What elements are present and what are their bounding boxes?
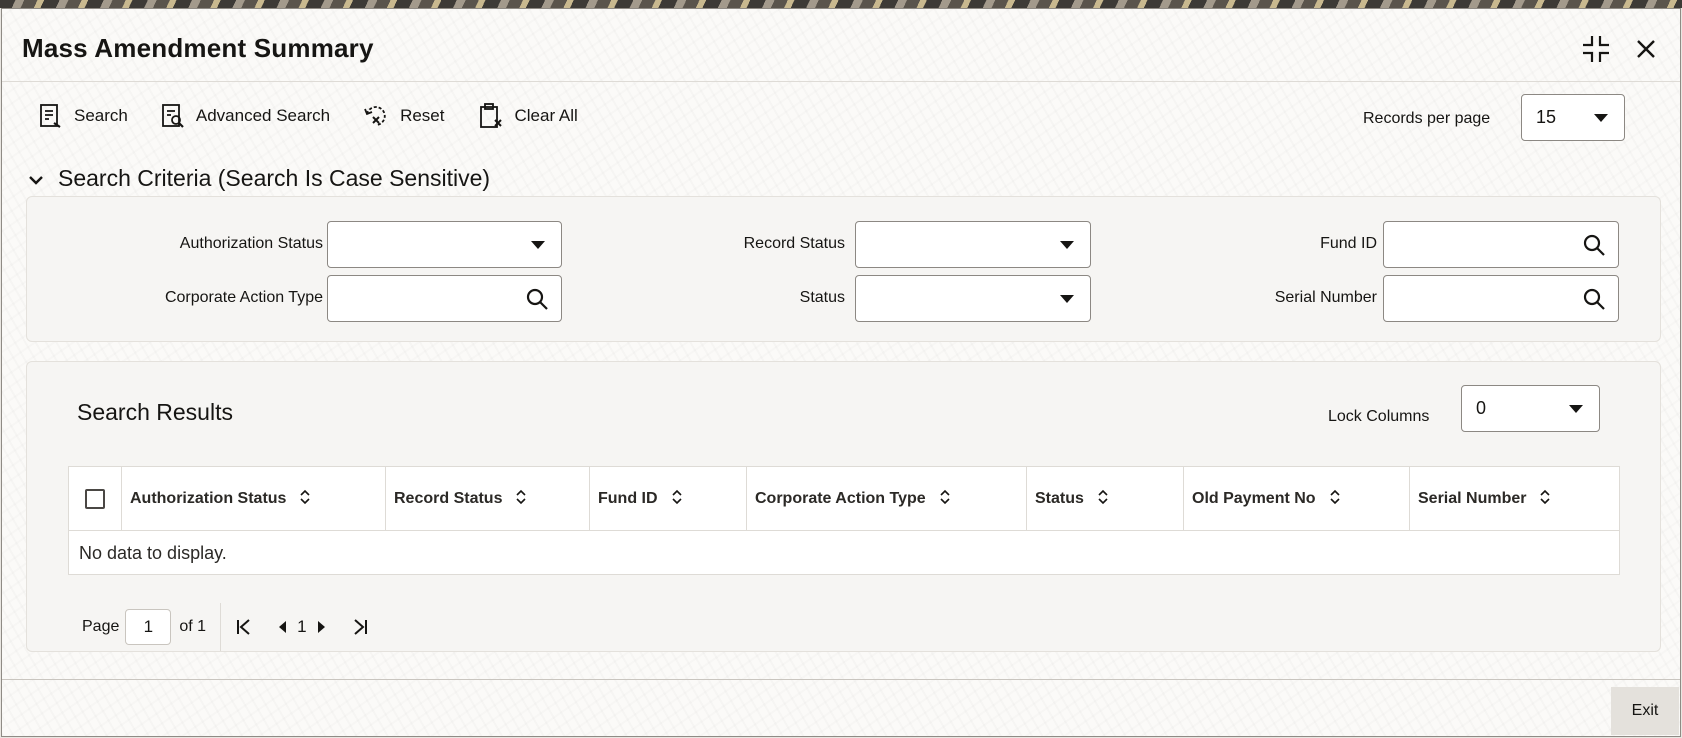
advanced-search-icon — [160, 103, 186, 129]
sort-icon[interactable] — [940, 489, 950, 510]
footer-divider — [2, 679, 1680, 680]
search-button-label: Search — [74, 106, 128, 125]
status-label: Status — [799, 289, 845, 306]
search-results-heading: Search Results — [77, 399, 233, 425]
page-label: Page — [82, 618, 120, 635]
status-select[interactable] — [855, 275, 1091, 322]
page-title: Mass Amendment Summary — [22, 33, 374, 63]
column-header-authorization-status[interactable]: Authorization Status — [121, 467, 385, 531]
sort-icon[interactable] — [1540, 489, 1551, 510]
sort-icon[interactable] — [1330, 489, 1340, 510]
table-header-row: Authorization Status Record Status Fund … — [69, 467, 1619, 531]
column-header-label: Serial Number — [1418, 490, 1527, 507]
chevron-down-icon — [28, 165, 44, 192]
authorization-status-label: Authorization Status — [179, 235, 323, 252]
summary-window: Mass Amendment Summary Search Advanced S… — [1, 8, 1681, 737]
column-header-label: Authorization Status — [130, 490, 287, 507]
caret-down-icon — [1594, 113, 1608, 122]
header-banner — [0, 0, 1682, 8]
lock-columns-label: Lock Columns — [1328, 408, 1430, 425]
caret-down-icon — [531, 240, 545, 249]
title-divider — [2, 81, 1680, 82]
column-header-label: Status — [1035, 490, 1084, 507]
sort-icon[interactable] — [1098, 489, 1108, 510]
clipboard-clear-icon — [477, 102, 505, 130]
reset-button-label: Reset — [400, 106, 445, 125]
column-header-label: Record Status — [394, 490, 503, 507]
minimize-icon[interactable] — [1582, 35, 1610, 63]
reset-button[interactable]: Reset — [362, 101, 445, 131]
search-icon[interactable] — [525, 287, 549, 316]
fund-id-input[interactable] — [1383, 221, 1619, 268]
caret-down-icon — [1060, 294, 1074, 303]
sort-icon[interactable] — [300, 489, 311, 510]
corporate-action-type-label: Corporate Action Type — [164, 289, 323, 306]
caret-down-icon — [1060, 240, 1074, 249]
first-page-icon[interactable] — [235, 618, 253, 636]
search-button[interactable]: Search — [38, 101, 128, 131]
advanced-search-button-label: Advanced Search — [195, 106, 331, 125]
column-header-record-status[interactable]: Record Status — [385, 467, 589, 531]
sort-icon[interactable] — [516, 489, 527, 510]
column-header-label: Old Payment No — [1192, 490, 1316, 507]
serial-number-label: Serial Number — [1274, 289, 1377, 306]
select-all-checkbox[interactable] — [85, 489, 105, 509]
search-list-icon — [38, 103, 64, 129]
column-header-old-payment-no[interactable]: Old Payment No — [1183, 467, 1409, 531]
clear-all-button-label: Clear All — [514, 106, 578, 125]
reset-icon — [362, 102, 390, 130]
last-page-icon[interactable] — [351, 618, 369, 636]
authorization-status-select[interactable] — [327, 221, 562, 268]
search-criteria-panel: Authorization Status Record Status Fund … — [26, 196, 1661, 342]
search-icon[interactable] — [1582, 287, 1606, 316]
pagination-divider — [220, 603, 222, 651]
clear-all-button[interactable]: Clear All — [477, 101, 578, 131]
previous-page-icon[interactable] — [277, 620, 287, 634]
column-header-serial-number[interactable]: Serial Number — [1409, 467, 1619, 531]
lock-columns-value: 0 — [1476, 398, 1487, 418]
caret-down-icon — [1569, 404, 1583, 413]
search-criteria-toggle[interactable]: Search Criteria (Search Is Case Sensitiv… — [28, 165, 490, 192]
exit-button[interactable]: Exit — [1611, 687, 1679, 735]
advanced-search-button[interactable]: Advanced Search — [160, 101, 330, 131]
records-per-page-value: 15 — [1536, 107, 1557, 127]
exit-button-label: Exit — [1631, 702, 1659, 719]
page-count-label: of 1 — [179, 618, 207, 635]
records-per-page-label: Records per page — [1363, 110, 1491, 127]
toolbar: Search Advanced Search Reset Clear All — [38, 101, 610, 131]
search-criteria-heading: Search Criteria (Search Is Case Sensitiv… — [58, 165, 491, 191]
corporate-action-type-input[interactable] — [327, 275, 562, 322]
next-page-icon[interactable] — [317, 620, 327, 634]
window-controls — [1582, 35, 1656, 63]
fund-id-label: Fund ID — [1320, 235, 1377, 252]
current-page-number: 1 — [297, 617, 307, 636]
record-status-select[interactable] — [855, 221, 1091, 268]
pagination: Page 1 of 1 1 — [82, 603, 369, 651]
column-header-label: Corporate Action Type — [755, 490, 926, 507]
page-number-input[interactable]: 1 — [125, 609, 172, 645]
records-per-page-select[interactable]: 15 — [1521, 94, 1625, 141]
results-table: Authorization Status Record Status Fund … — [68, 466, 1620, 575]
empty-table-message: No data to display. — [79, 543, 227, 563]
sort-icon[interactable] — [671, 489, 682, 510]
column-header-corporate-action-type[interactable]: Corporate Action Type — [746, 467, 1026, 531]
page-number-input-value: 1 — [143, 617, 154, 636]
serial-number-input[interactable] — [1383, 275, 1619, 322]
close-icon[interactable] — [1636, 39, 1656, 59]
column-header-label: Fund ID — [598, 490, 658, 507]
lock-columns-select[interactable]: 0 — [1461, 385, 1600, 432]
record-status-label: Record Status — [743, 235, 845, 252]
search-icon[interactable] — [1582, 233, 1606, 262]
column-header-fund-id[interactable]: Fund ID — [589, 467, 746, 531]
column-header-status[interactable]: Status — [1026, 467, 1183, 531]
